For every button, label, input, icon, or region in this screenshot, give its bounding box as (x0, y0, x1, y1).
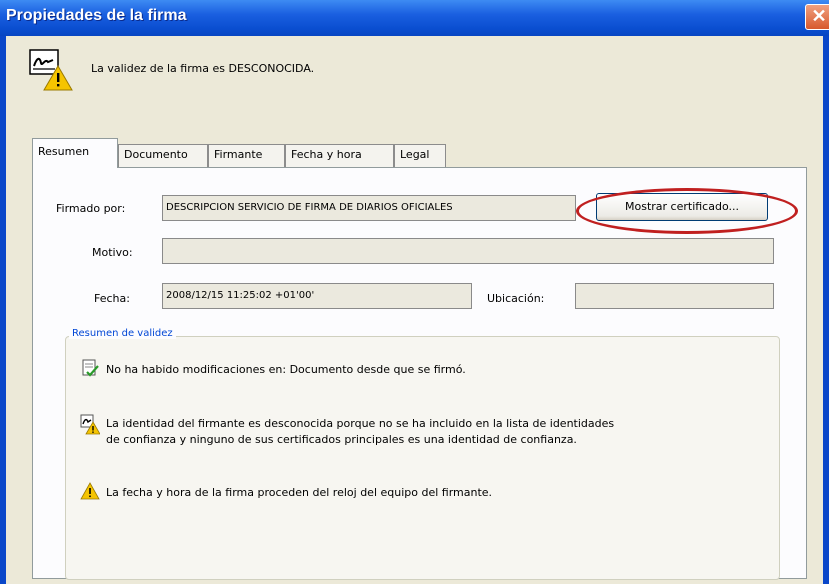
tab-label: Resumen (38, 145, 90, 158)
tab-label: Legal (400, 148, 430, 161)
close-icon: ✕ (811, 6, 827, 26)
fecha-label: Fecha: (94, 292, 130, 305)
tab-legal[interactable]: Legal (394, 144, 446, 167)
warning-icon (80, 482, 100, 500)
motivo-field[interactable] (162, 238, 774, 264)
firmado-por-label: Firmado por: (56, 202, 126, 215)
document-check-icon (82, 359, 99, 377)
validity-message: No ha habido modificaciones en: Document… (106, 363, 466, 376)
tab-fecha-y-hora[interactable]: Fecha y hora (285, 144, 394, 167)
signer-warning-icon (80, 414, 100, 435)
tab-label: Documento (124, 148, 188, 161)
tab-firmante[interactable]: Firmante (208, 144, 285, 167)
validity-message-line1: La identidad del firmante es desconocida… (106, 417, 615, 430)
tab-label: Fecha y hora (291, 148, 362, 161)
ubicacion-field[interactable] (575, 283, 774, 309)
firmado-por-field[interactable]: DESCRIPCION SERVICIO DE FIRMA DE DIARIOS… (162, 195, 576, 221)
signature-status-text: La validez de la firma es DESCONOCIDA. (91, 62, 315, 75)
validity-message: La fecha y hora de la firma proceden del… (106, 486, 493, 499)
fecha-field[interactable]: 2008/12/15 11:25:02 +01'00' (162, 283, 472, 309)
mostrar-certificado-button[interactable]: Mostrar certificado... (596, 193, 768, 221)
window-title: Propiedades de la firma (6, 7, 187, 24)
validity-group-title: Resumen de validez (69, 328, 176, 339)
tab-label: Firmante (214, 148, 263, 161)
signature-warning-icon (29, 49, 73, 91)
close-button[interactable]: ✕ (805, 4, 829, 30)
tab-documento[interactable]: Documento (118, 144, 208, 167)
tab-resumen[interactable]: Resumen (32, 138, 118, 168)
ubicacion-label: Ubicación: (487, 292, 545, 305)
motivo-label: Motivo: (92, 246, 133, 259)
validity-message-line2: de confianza y ninguno de sus certificad… (106, 433, 577, 446)
title-bar[interactable]: Propiedades de la firma ✕ (0, 0, 829, 36)
